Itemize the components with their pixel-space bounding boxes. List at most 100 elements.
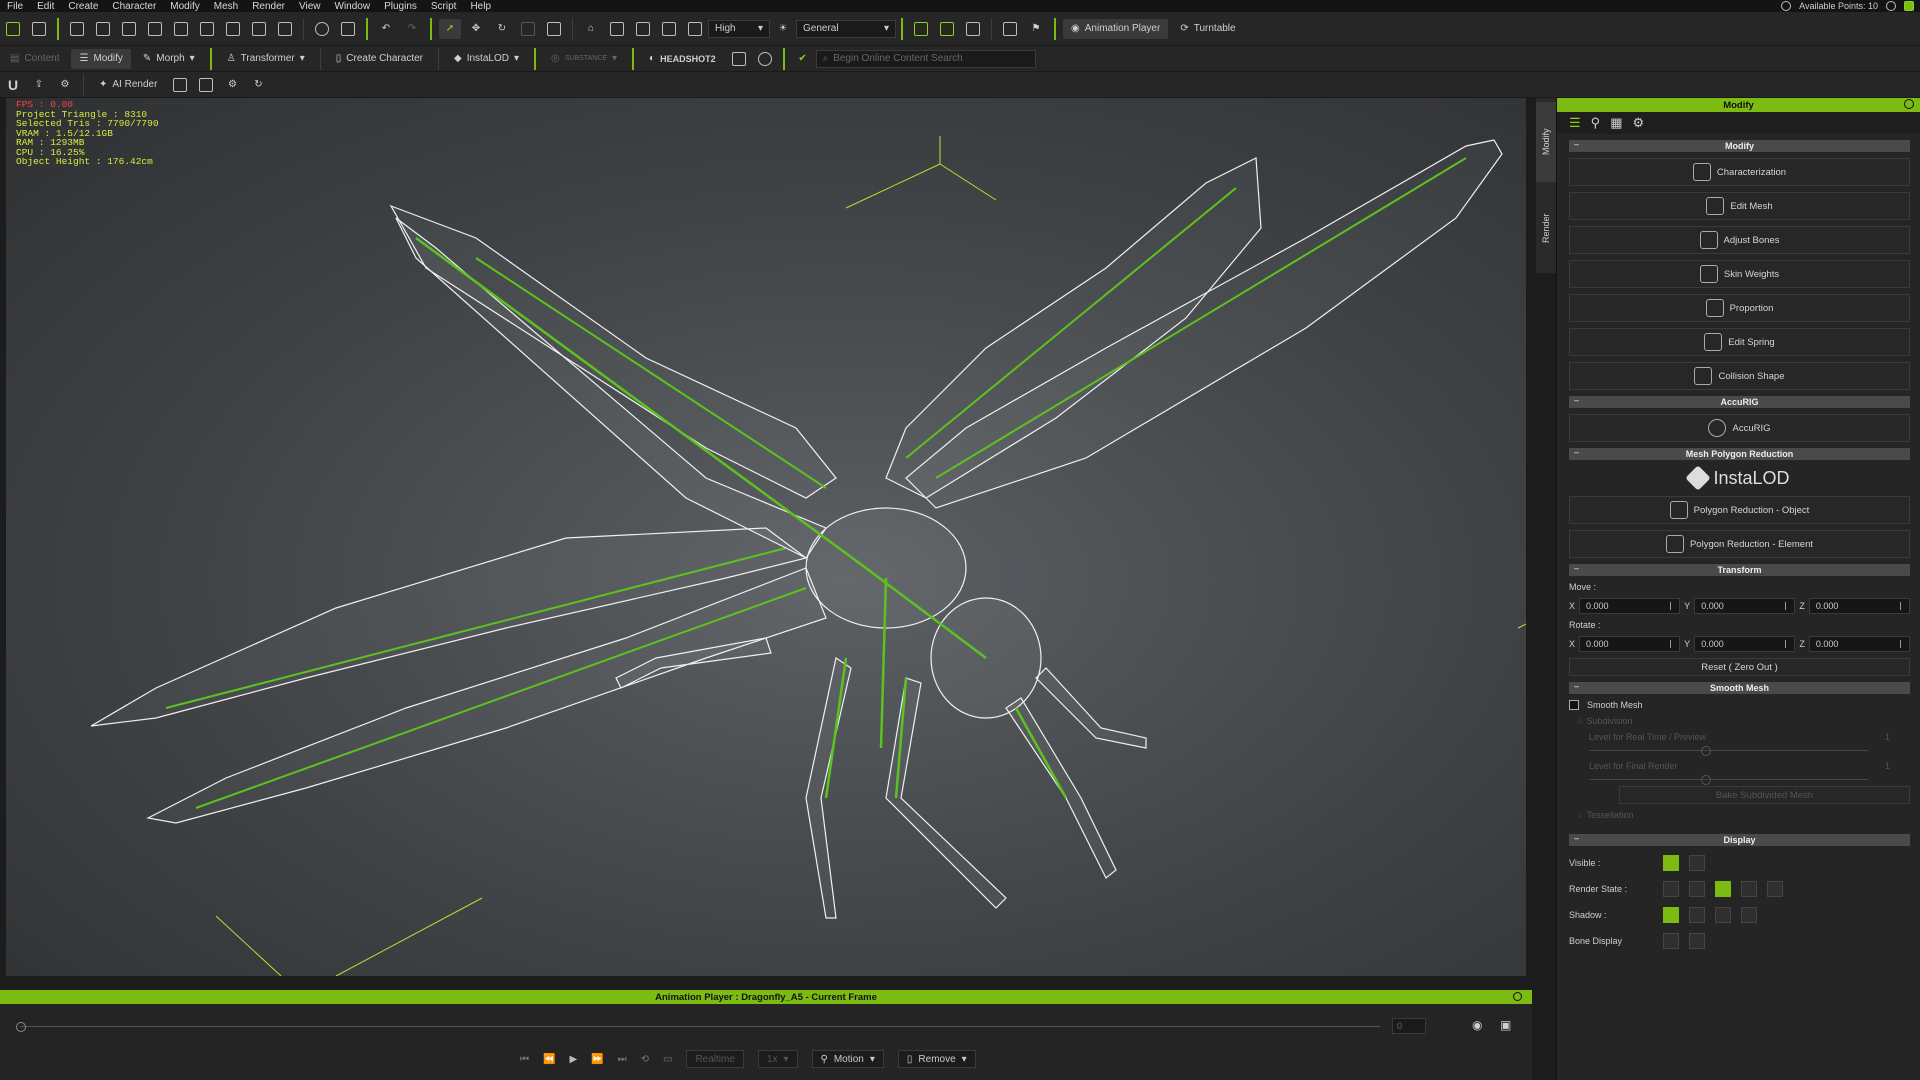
- menu-script[interactable]: Script: [424, 1, 464, 12]
- rotate-tool-icon[interactable]: ↻: [491, 19, 513, 39]
- move-x-field[interactable]: 0.000: [1579, 598, 1681, 614]
- u-logo-icon[interactable]: U: [2, 75, 24, 95]
- menu-edit[interactable]: Edit: [30, 1, 61, 12]
- record-icon[interactable]: ▭: [663, 1054, 672, 1065]
- character-icon[interactable]: [337, 19, 359, 39]
- gear-icon[interactable]: ⚙: [1632, 115, 1644, 131]
- reset-zero-out-button[interactable]: Reset ( Zero Out ): [1569, 658, 1910, 676]
- skin-weights-button[interactable]: Skin Weights: [1569, 260, 1910, 288]
- section-smooth-mesh[interactable]: – Smooth Mesh: [1569, 681, 1910, 694]
- render-icon[interactable]: [274, 19, 296, 39]
- edit-mesh-button[interactable]: Edit Mesh: [1569, 192, 1910, 220]
- ai-project-icon[interactable]: [28, 19, 50, 39]
- level-realtime-value[interactable]: 1: [1885, 732, 1890, 742]
- section-display[interactable]: – Display: [1569, 833, 1910, 846]
- menu-render[interactable]: Render: [245, 1, 292, 12]
- accurig-button[interactable]: AccuRIG: [1569, 414, 1910, 442]
- edit-spring-button[interactable]: Edit Spring: [1569, 328, 1910, 356]
- remove-button[interactable]: ▯ Remove ▾: [897, 1050, 976, 1068]
- window-icon[interactable]: ▣: [1500, 1018, 1511, 1032]
- tessellation-radio[interactable]: ○: [1577, 810, 1582, 820]
- export-icon[interactable]: [196, 19, 218, 39]
- gear-icon[interactable]: ⚙: [54, 75, 76, 95]
- import-icon[interactable]: [170, 19, 192, 39]
- viewport-3d[interactable]: FPS : 0.00 Project Triangle : 8310 Selec…: [6, 98, 1526, 976]
- move-tool-icon[interactable]: ✥: [465, 19, 487, 39]
- menu-view[interactable]: View: [292, 1, 328, 12]
- motion-button[interactable]: ⚲ Motion ▾: [811, 1050, 884, 1068]
- section-mesh-polygon-reduction[interactable]: – Mesh Polygon Reduction: [1569, 447, 1910, 460]
- layout-icon[interactable]: [684, 19, 706, 39]
- collision-shape-button[interactable]: Collision Shape: [1569, 362, 1910, 390]
- render-solid-icon[interactable]: [1663, 881, 1679, 897]
- light-icon[interactable]: ☀: [772, 19, 794, 39]
- face-icon[interactable]: [754, 49, 776, 69]
- upload-icon[interactable]: ⇪: [28, 75, 50, 95]
- move-y-field[interactable]: 0.000: [1694, 598, 1796, 614]
- polygon-reduction-element-button[interactable]: Polygon Reduction - Element: [1569, 530, 1910, 558]
- menu-modify[interactable]: Modify: [163, 1, 206, 12]
- shadow-none-icon[interactable]: [1741, 907, 1757, 923]
- current-frame-field[interactable]: 0: [1392, 1018, 1426, 1034]
- hidden-eye-icon[interactable]: [1689, 855, 1705, 871]
- head-icon[interactable]: [728, 49, 750, 69]
- menu-mesh[interactable]: Mesh: [207, 1, 245, 12]
- substance-button[interactable]: ◎ SUBSTANCE ▾: [543, 49, 625, 69]
- section-transform[interactable]: – Transform: [1569, 563, 1910, 576]
- image-plus-icon[interactable]: [195, 75, 217, 95]
- bone-icon[interactable]: [910, 19, 932, 39]
- next-frame-icon[interactable]: ⏩: [591, 1054, 603, 1065]
- render-wireframe-icon[interactable]: [1715, 881, 1731, 897]
- subdivision-radio[interactable]: ○: [1577, 716, 1582, 726]
- polygon-reduction-object-button[interactable]: Polygon Reduction - Object: [1569, 496, 1910, 524]
- ai-render-button[interactable]: ✦ AI Render: [91, 75, 165, 95]
- frame-icon[interactable]: [658, 19, 680, 39]
- camera-icon[interactable]: ◉: [1472, 1018, 1482, 1032]
- render-xray-icon[interactable]: [1767, 881, 1783, 897]
- close-icon[interactable]: [1513, 992, 1522, 1001]
- shadow-all-icon[interactable]: [1663, 907, 1679, 923]
- project-icon[interactable]: [2, 19, 24, 39]
- transformer-button[interactable]: ♙ Transformer ▾: [219, 49, 313, 69]
- view-select[interactable]: General ▾: [796, 19, 896, 38]
- side-tab-modify[interactable]: Modify: [1536, 102, 1556, 182]
- drop-to-floor-icon[interactable]: [606, 19, 628, 39]
- crowd-icon[interactable]: [962, 19, 984, 39]
- checker-icon[interactable]: ▦: [1610, 115, 1622, 131]
- camera-zoom-icon[interactable]: [311, 19, 333, 39]
- level-final-value[interactable]: 1: [1885, 761, 1890, 771]
- modify-tab[interactable]: ☰ Modify: [71, 48, 131, 69]
- rotate-z-field[interactable]: 0.000: [1808, 636, 1910, 652]
- turntable-button[interactable]: ⟳ Turntable: [1172, 19, 1243, 39]
- render-smooth-icon[interactable]: [1689, 881, 1705, 897]
- menu-plugins[interactable]: Plugins: [377, 1, 424, 12]
- sliders-icon[interactable]: ☰: [1569, 115, 1581, 131]
- content-search-input[interactable]: ⌕ Begin Online Content Search: [815, 49, 1036, 68]
- menu-help[interactable]: Help: [463, 1, 498, 12]
- scale-tool-icon[interactable]: [517, 19, 539, 39]
- section-modify[interactable]: – Modify: [1569, 139, 1910, 152]
- plus-icon[interactable]: [1904, 1, 1914, 11]
- refresh-icon[interactable]: [1886, 1, 1896, 11]
- settings-icon[interactable]: ⚙: [221, 75, 243, 95]
- undo-icon[interactable]: ↶: [375, 19, 397, 39]
- adjust-bones-button[interactable]: Adjust Bones: [1569, 226, 1910, 254]
- smooth-mesh-checkbox[interactable]: [1569, 700, 1579, 710]
- bone-show-icon[interactable]: [1663, 933, 1679, 949]
- redo-icon[interactable]: ↷: [401, 19, 423, 39]
- level-realtime-slider[interactable]: [1589, 746, 1868, 756]
- level-final-slider[interactable]: [1589, 775, 1868, 785]
- side-tab-render[interactable]: Render: [1536, 188, 1556, 268]
- close-icon[interactable]: [1904, 99, 1914, 109]
- menu-create[interactable]: Create: [61, 1, 105, 12]
- rotate-x-field[interactable]: 0.000: [1579, 636, 1681, 652]
- section-accurig[interactable]: – AccuRIG: [1569, 395, 1910, 408]
- save-icon[interactable]: [118, 19, 140, 39]
- play-icon[interactable]: ▶: [569, 1054, 577, 1065]
- content-tab[interactable]: ▤ Content: [2, 49, 67, 69]
- loop-icon[interactable]: ⟲: [641, 1054, 649, 1065]
- home-icon[interactable]: ⌂: [580, 19, 602, 39]
- render-box-icon[interactable]: [1741, 881, 1757, 897]
- flag-icon[interactable]: ⚑: [1025, 19, 1047, 39]
- bone-hide-icon[interactable]: [1689, 933, 1705, 949]
